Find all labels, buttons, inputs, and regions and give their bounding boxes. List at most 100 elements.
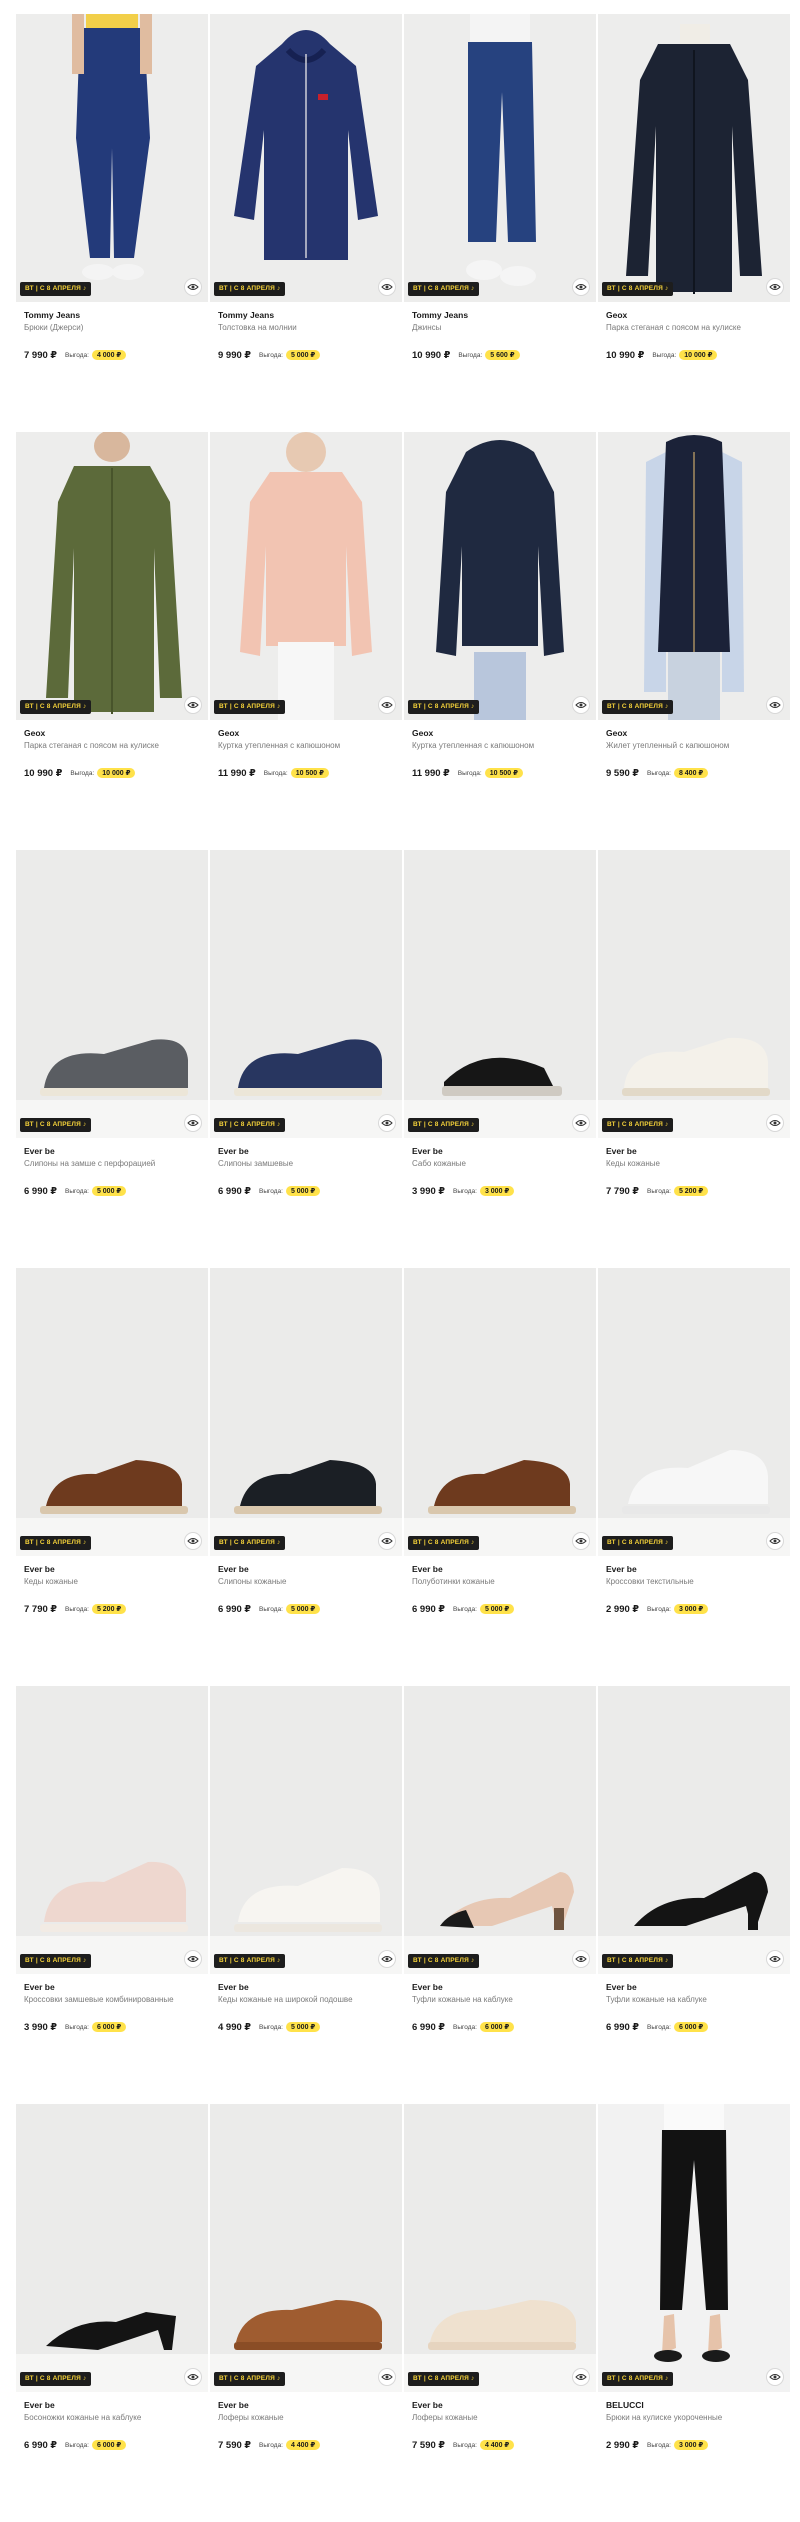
product-brand[interactable]: Ever be (412, 1981, 588, 1993)
product-image[interactable]: ВТ | С 8 АПРЕЛЯ ♪ (210, 1268, 402, 1556)
product-image[interactable]: ВТ | С 8 АПРЕЛЯ ♪ (404, 850, 596, 1138)
product-image[interactable]: ВТ | С 8 АПРЕЛЯ ♪ (16, 1268, 208, 1556)
quick-view-button[interactable] (378, 278, 396, 296)
product-card[interactable]: ВТ | С 8 АПРЕЛЯ ♪ Geox Жилет утепленный … (598, 432, 790, 850)
product-image[interactable]: ВТ | С 8 АПРЕЛЯ ♪ (598, 14, 790, 302)
product-title[interactable]: Лоферы кожаные (412, 2412, 588, 2424)
quick-view-button[interactable] (572, 1950, 590, 1968)
product-brand[interactable]: BELUCCI (606, 2399, 782, 2411)
product-title[interactable]: Кеды кожаные (606, 1158, 782, 1170)
product-card[interactable]: ВТ | С 8 АПРЕЛЯ ♪ Ever be Слипоны кожаны… (210, 1268, 402, 1686)
product-image[interactable]: ВТ | С 8 АПРЕЛЯ ♪ (210, 2104, 402, 2392)
quick-view-button[interactable] (378, 1950, 396, 1968)
product-brand[interactable]: Ever be (606, 1145, 782, 1157)
product-image[interactable]: ВТ | С 8 АПРЕЛЯ ♪ (598, 1686, 790, 1974)
product-brand[interactable]: Ever be (412, 2399, 588, 2411)
quick-view-button[interactable] (184, 1114, 202, 1132)
product-title[interactable]: Сабо кожаные (412, 1158, 588, 1170)
product-image[interactable]: ВТ | С 8 АПРЕЛЯ ♪ (404, 2104, 596, 2392)
product-brand[interactable]: Ever be (218, 2399, 394, 2411)
product-brand[interactable]: Geox (606, 309, 782, 321)
quick-view-button[interactable] (766, 1114, 784, 1132)
product-brand[interactable]: Geox (24, 727, 200, 739)
product-image[interactable]: ВТ | С 8 АПРЕЛЯ ♪ (598, 1268, 790, 1556)
product-card[interactable]: ВТ | С 8 АПРЕЛЯ ♪ Geox Куртка утепленная… (210, 432, 402, 850)
quick-view-button[interactable] (572, 278, 590, 296)
product-image[interactable]: ВТ | С 8 АПРЕЛЯ ♪ (16, 432, 208, 720)
product-title[interactable]: Лоферы кожаные (218, 2412, 394, 2424)
product-brand[interactable]: Geox (218, 727, 394, 739)
product-brand[interactable]: Ever be (218, 1563, 394, 1575)
product-brand[interactable]: Ever be (606, 1981, 782, 1993)
product-title[interactable]: Джинсы (412, 322, 588, 334)
product-image[interactable]: ВТ | С 8 АПРЕЛЯ ♪ (16, 1686, 208, 1974)
product-brand[interactable]: Tommy Jeans (412, 309, 588, 321)
product-image[interactable]: ВТ | С 8 АПРЕЛЯ ♪ (210, 1686, 402, 1974)
quick-view-button[interactable] (766, 2368, 784, 2386)
product-card[interactable]: ВТ | С 8 АПРЕЛЯ ♪ Ever be Туфли кожаные … (404, 1686, 596, 2104)
product-brand[interactable]: Ever be (24, 1563, 200, 1575)
product-title[interactable]: Куртка утепленная с капюшоном (218, 740, 394, 752)
product-title[interactable]: Слипоны кожаные (218, 1576, 394, 1588)
product-brand[interactable]: Ever be (218, 1145, 394, 1157)
quick-view-button[interactable] (766, 696, 784, 714)
product-card[interactable]: ВТ | С 8 АПРЕЛЯ ♪ Ever be Сабо кожаные 3… (404, 850, 596, 1268)
product-title[interactable]: Жилет утепленный с капюшоном (606, 740, 782, 752)
quick-view-button[interactable] (572, 696, 590, 714)
product-title[interactable]: Кроссовки замшевые комбинированные (24, 1994, 200, 2006)
product-title[interactable]: Брюки (Джерси) (24, 322, 200, 334)
quick-view-button[interactable] (184, 278, 202, 296)
product-title[interactable]: Куртка утепленная с капюшоном (412, 740, 588, 752)
product-card[interactable]: ВТ | С 8 АПРЕЛЯ ♪ Ever be Лоферы кожаные… (210, 2104, 402, 2522)
quick-view-button[interactable] (766, 1532, 784, 1550)
product-brand[interactable]: Tommy Jeans (24, 309, 200, 321)
product-title[interactable]: Кроссовки текстильные (606, 1576, 782, 1588)
quick-view-button[interactable] (378, 1532, 396, 1550)
product-card[interactable]: ВТ | С 8 АПРЕЛЯ ♪ Ever be Кроссовки замш… (16, 1686, 208, 2104)
product-image[interactable]: ВТ | С 8 АПРЕЛЯ ♪ (16, 850, 208, 1138)
product-title[interactable]: Туфли кожаные на каблуке (412, 1994, 588, 2006)
product-image[interactable]: ВТ | С 8 АПРЕЛЯ ♪ (404, 432, 596, 720)
product-image[interactable]: ВТ | С 8 АПРЕЛЯ ♪ (16, 2104, 208, 2392)
product-card[interactable]: ВТ | С 8 АПРЕЛЯ ♪ Geox Парка стеганая с … (598, 14, 790, 432)
product-image[interactable]: ВТ | С 8 АПРЕЛЯ ♪ (210, 850, 402, 1138)
product-brand[interactable]: Ever be (24, 2399, 200, 2411)
quick-view-button[interactable] (184, 1950, 202, 1968)
product-card[interactable]: ВТ | С 8 АПРЕЛЯ ♪ Ever be Лоферы кожаные… (404, 2104, 596, 2522)
product-card[interactable]: ВТ | С 8 АПРЕЛЯ ♪ Ever be Полуботинки ко… (404, 1268, 596, 1686)
product-brand[interactable]: Ever be (24, 1981, 200, 1993)
product-title[interactable]: Толстовка на молнии (218, 322, 394, 334)
quick-view-button[interactable] (378, 2368, 396, 2386)
product-image[interactable]: ВТ | С 8 АПРЕЛЯ ♪ (598, 432, 790, 720)
quick-view-button[interactable] (572, 2368, 590, 2386)
product-card[interactable]: ВТ | С 8 АПРЕЛЯ ♪ Ever be Слипоны на зам… (16, 850, 208, 1268)
product-title[interactable]: Кеды кожаные (24, 1576, 200, 1588)
product-image[interactable]: ВТ | С 8 АПРЕЛЯ ♪ (16, 14, 208, 302)
product-title[interactable]: Полуботинки кожаные (412, 1576, 588, 1588)
product-card[interactable]: ВТ | С 8 АПРЕЛЯ ♪ Ever be Кеды кожаные н… (210, 1686, 402, 2104)
product-card[interactable]: ВТ | С 8 АПРЕЛЯ ♪ Tommy Jeans Брюки (Дже… (16, 14, 208, 432)
product-card[interactable]: ВТ | С 8 АПРЕЛЯ ♪ BELUCCI Брюки на кулис… (598, 2104, 790, 2522)
product-card[interactable]: ВТ | С 8 АПРЕЛЯ ♪ Ever be Туфли кожаные … (598, 1686, 790, 2104)
product-card[interactable]: ВТ | С 8 АПРЕЛЯ ♪ Ever be Кеды кожаные 7… (16, 1268, 208, 1686)
quick-view-button[interactable] (572, 1532, 590, 1550)
product-brand[interactable]: Ever be (218, 1981, 394, 1993)
product-brand[interactable]: Ever be (606, 1563, 782, 1575)
quick-view-button[interactable] (184, 696, 202, 714)
product-brand[interactable]: Tommy Jeans (218, 309, 394, 321)
product-brand[interactable]: Geox (412, 727, 588, 739)
product-card[interactable]: ВТ | С 8 АПРЕЛЯ ♪ Ever be Кеды кожаные 7… (598, 850, 790, 1268)
product-brand[interactable]: Ever be (24, 1145, 200, 1157)
product-card[interactable]: ВТ | С 8 АПРЕЛЯ ♪ Ever be Кроссовки текс… (598, 1268, 790, 1686)
product-image[interactable]: ВТ | С 8 АПРЕЛЯ ♪ (210, 14, 402, 302)
product-card[interactable]: ВТ | С 8 АПРЕЛЯ ♪ Geox Парка стеганая с … (16, 432, 208, 850)
product-brand[interactable]: Ever be (412, 1145, 588, 1157)
product-image[interactable]: ВТ | С 8 АПРЕЛЯ ♪ (404, 1268, 596, 1556)
product-card[interactable]: ВТ | С 8 АПРЕЛЯ ♪ Tommy Jeans Толстовка … (210, 14, 402, 432)
product-brand[interactable]: Geox (606, 727, 782, 739)
product-title[interactable]: Парка стеганая с поясом на кулиске (24, 740, 200, 752)
product-title[interactable]: Парка стеганая с поясом на кулиске (606, 322, 782, 334)
product-card[interactable]: ВТ | С 8 АПРЕЛЯ ♪ Ever be Слипоны замшев… (210, 850, 402, 1268)
product-image[interactable]: ВТ | С 8 АПРЕЛЯ ♪ (598, 2104, 790, 2392)
product-card[interactable]: ВТ | С 8 АПРЕЛЯ ♪ Geox Куртка утепленная… (404, 432, 596, 850)
